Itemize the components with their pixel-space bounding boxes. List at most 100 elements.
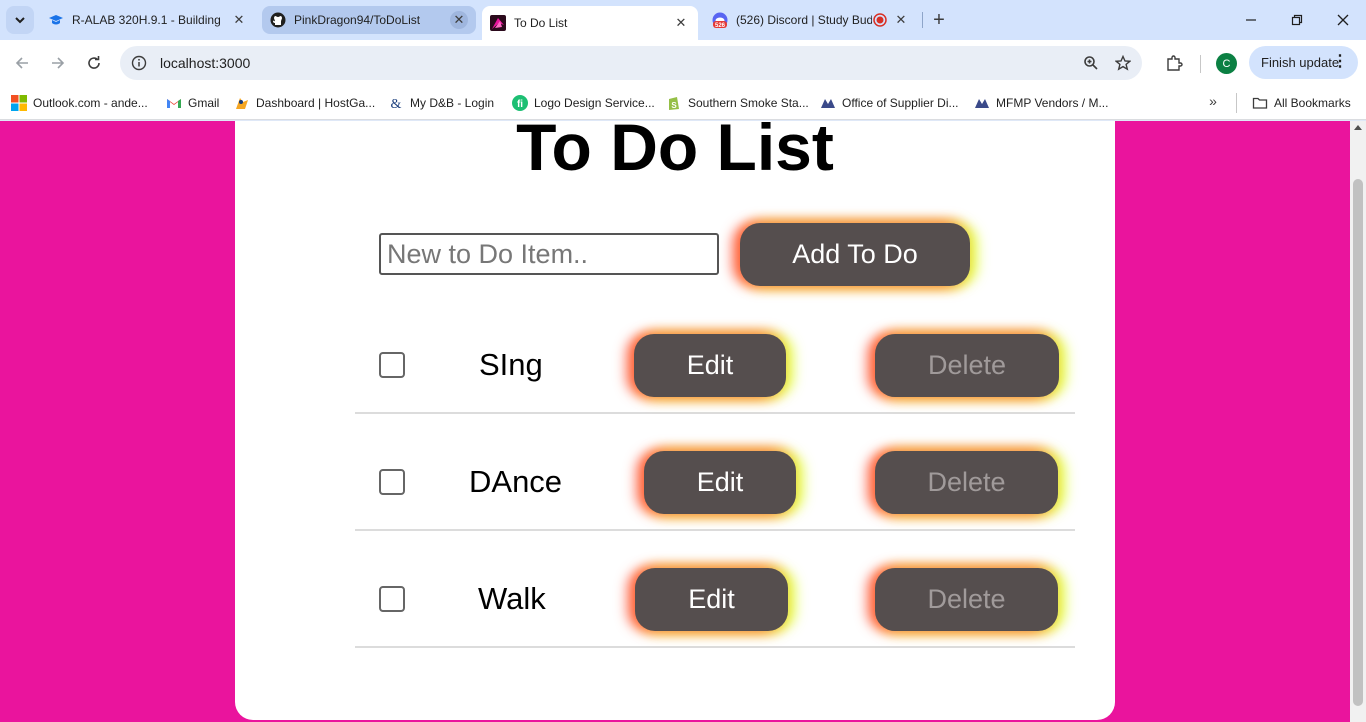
close-icon[interactable]: ✕ — [672, 14, 690, 32]
tab-strip: R-ALAB 320H.9.1 - Building ✕ PinkDragon9… — [0, 0, 1366, 40]
fiverr-icon: fi — [512, 95, 528, 111]
bookmark-label: Southern Smoke Sta... — [688, 96, 809, 110]
bookmarks-bar: Outlook.com - ande... Gmail Dashboard | … — [0, 86, 1366, 120]
tab-discord[interactable]: 526 (526) Discord | Study Bud ✕ — [704, 6, 918, 34]
restore-button[interactable] — [1274, 0, 1320, 40]
minimize-button[interactable] — [1228, 0, 1274, 40]
bookmarks-overflow-icon[interactable]: » — [1202, 90, 1224, 112]
new-todo-input[interactable] — [379, 233, 719, 275]
close-icon[interactable]: ✕ — [230, 11, 248, 29]
zoom-button[interactable] — [1076, 48, 1106, 78]
svg-text:526: 526 — [715, 23, 726, 28]
folder-icon — [1252, 95, 1268, 111]
minimize-icon — [1246, 19, 1256, 21]
todo-text: DAnce — [469, 464, 563, 499]
reload-button[interactable] — [79, 48, 109, 78]
bookmark-southern-smoke[interactable]: S Southern Smoke Sta... — [666, 92, 809, 114]
mfmp-icon — [974, 95, 990, 111]
restore-icon — [1291, 14, 1303, 26]
bookmark-label: Outlook.com - ande... — [33, 96, 148, 110]
hostgator-icon — [234, 95, 250, 111]
bookmark-star-button[interactable] — [1108, 48, 1138, 78]
browser-toolbar: localhost:3000 C Finish update ⋮ — [0, 40, 1366, 86]
new-tab-button[interactable]: + — [926, 6, 952, 34]
bookmark-label: Gmail — [188, 96, 220, 110]
tab-title: R-ALAB 320H.9.1 - Building — [72, 13, 221, 27]
tab-title: (526) Discord | Study Bud — [736, 13, 872, 27]
svg-text:&: & — [391, 97, 402, 111]
finish-update-label: Finish update — [1261, 55, 1340, 70]
bookmark-mfmp[interactable]: MFMP Vendors / M... — [974, 92, 1108, 114]
menu-dots-icon: ⋮ — [1332, 53, 1348, 70]
edit-button[interactable]: Edit — [644, 451, 796, 514]
close-icon[interactable]: ✕ — [892, 11, 910, 29]
todo-item: Walk Edit Delete — [355, 531, 1075, 648]
svg-text:S: S — [671, 101, 677, 110]
todo-checkbox[interactable] — [379, 469, 405, 495]
address-bar[interactable]: localhost:3000 — [120, 46, 1142, 80]
reload-icon — [88, 56, 100, 69]
close-icon — [1337, 14, 1349, 26]
delete-button[interactable]: Delete — [875, 568, 1058, 631]
windows-icon — [11, 95, 27, 111]
extensions-button[interactable] — [1159, 48, 1189, 78]
bookmarks-separator — [1236, 93, 1237, 113]
bookmark-outlook[interactable]: Outlook.com - ande... — [11, 92, 148, 114]
gmail-icon — [166, 95, 182, 111]
pink-dragon-icon — [490, 15, 506, 31]
site-info-icon[interactable] — [130, 54, 148, 72]
tab-ralab[interactable]: R-ALAB 320H.9.1 - Building ✕ — [40, 6, 256, 34]
tab-search-button[interactable] — [6, 6, 34, 34]
close-icon[interactable]: ✕ — [450, 11, 468, 29]
page-viewport: To Do List Add To Do SIng Edit Delete DA… — [0, 121, 1366, 722]
back-button[interactable] — [7, 48, 37, 78]
recording-icon — [872, 12, 888, 28]
puzzle-icon — [1167, 55, 1183, 71]
svg-text:fi: fi — [517, 99, 523, 110]
profile-avatar[interactable]: C — [1216, 53, 1237, 74]
todo-text: SIng — [479, 347, 543, 382]
todo-item: SIng Edit Delete — [355, 297, 1075, 414]
tab-title: PinkDragon94/ToDoList — [294, 13, 421, 27]
chevron-down-icon — [15, 17, 25, 24]
scroll-up-arrow-icon[interactable] — [1354, 125, 1362, 130]
todo-checkbox[interactable] — [379, 352, 405, 378]
todo-card: To Do List Add To Do SIng Edit Delete DA… — [235, 121, 1115, 720]
todo-checkbox[interactable] — [379, 586, 405, 612]
bookmark-label: Logo Design Service... — [534, 96, 655, 110]
zoom-icon — [1084, 56, 1098, 70]
forward-button[interactable] — [43, 48, 73, 78]
bookmark-label: My D&B - Login — [410, 96, 495, 110]
edit-button[interactable]: Edit — [635, 568, 788, 631]
page-scrollbar[interactable] — [1350, 121, 1366, 722]
osd-icon — [820, 95, 836, 111]
delete-button[interactable]: Delete — [875, 451, 1058, 514]
add-todo-button[interactable]: Add To Do — [740, 223, 970, 286]
bookmark-hostgator[interactable]: Dashboard | HostGa... — [234, 92, 375, 114]
bookmark-label: MFMP Vendors / M... — [996, 96, 1109, 110]
url-text[interactable]: localhost:3000 — [160, 55, 250, 71]
shopify-icon: S — [666, 95, 682, 111]
delete-button[interactable]: Delete — [875, 334, 1059, 397]
edit-button[interactable]: Edit — [634, 334, 786, 397]
bookmark-label: All Bookmarks — [1274, 96, 1351, 110]
all-bookmarks-button[interactable]: All Bookmarks — [1252, 92, 1351, 114]
bookmark-dnb[interactable]: & My D&B - Login — [388, 92, 494, 114]
bookmark-logo-design[interactable]: fi Logo Design Service... — [512, 92, 655, 114]
todo-item: DAnce Edit Delete — [355, 414, 1075, 531]
scrollbar-thumb[interactable] — [1353, 179, 1363, 706]
tab-todo-active[interactable]: To Do List ✕ — [482, 6, 698, 40]
tab-separator — [922, 12, 923, 28]
finish-update-button[interactable]: Finish update ⋮ — [1249, 46, 1358, 79]
bookmark-supplier-diversity[interactable]: Office of Supplier Di... — [820, 92, 959, 114]
close-window-button[interactable] — [1320, 0, 1366, 40]
graduation-cap-icon — [48, 12, 64, 28]
github-icon — [270, 12, 286, 28]
tab-github[interactable]: PinkDragon94/ToDoList ✕ — [262, 6, 476, 34]
bookmark-label: Dashboard | HostGa... — [256, 96, 376, 110]
star-icon — [1115, 55, 1131, 71]
dnb-icon: & — [388, 95, 404, 111]
tab-title: To Do List — [514, 16, 568, 30]
page-title: To Do List — [516, 121, 834, 184]
bookmark-gmail[interactable]: Gmail — [166, 92, 219, 114]
